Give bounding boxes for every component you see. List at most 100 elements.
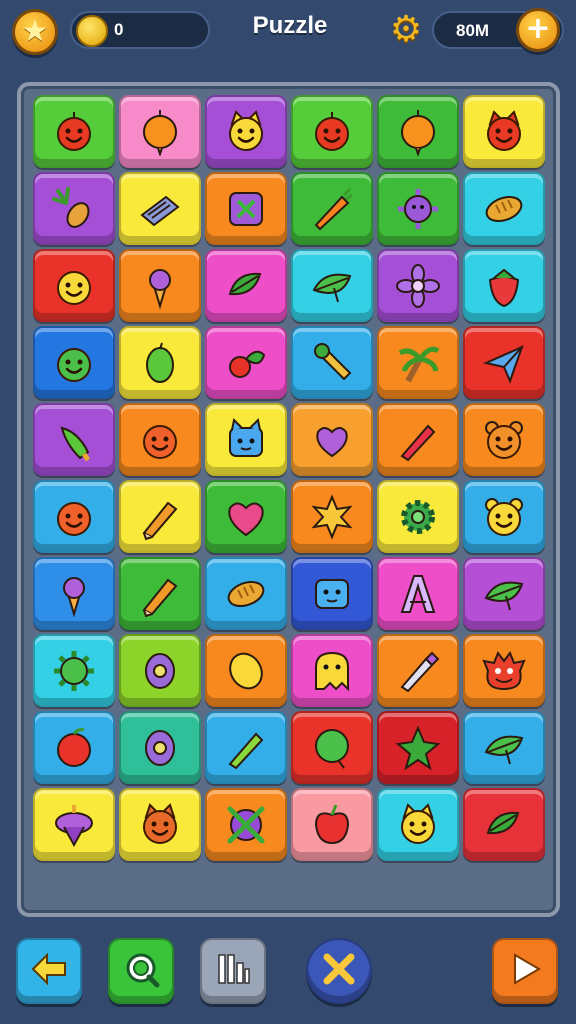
puzzle-tile[interactable] [463, 557, 545, 630]
puzzle-tile[interactable] [463, 711, 545, 784]
back-button[interactable] [16, 938, 82, 1004]
puzzle-tile[interactable] [463, 480, 545, 553]
orange-face-icon [50, 493, 98, 541]
puzzle-tile[interactable] [463, 95, 545, 168]
puzzle-tile[interactable] [205, 788, 287, 861]
coin-counter: 0 [70, 11, 210, 49]
puzzle-tile[interactable] [291, 788, 373, 861]
puzzle-tile[interactable] [463, 249, 545, 322]
puzzle-tile[interactable] [377, 711, 459, 784]
puzzle-tile[interactable] [291, 249, 373, 322]
puzzle-tile[interactable] [377, 172, 459, 245]
puzzle-tile[interactable] [377, 403, 459, 476]
pink-heart-icon [222, 493, 270, 541]
puzzle-tile[interactable] [291, 172, 373, 245]
pencil-icon [136, 493, 184, 541]
puzzle-tile[interactable] [33, 711, 115, 784]
puzzle-tile[interactable] [463, 403, 545, 476]
page-title: Puzzle [252, 12, 328, 39]
coin-icon [76, 15, 108, 47]
cherry-leaf-icon [222, 339, 270, 387]
bread-icon [222, 570, 270, 618]
puzzle-tile[interactable] [377, 634, 459, 707]
purple-flower-icon [394, 262, 442, 310]
carrot-icon [308, 185, 356, 233]
settings-button[interactable]: ⚙ [386, 10, 426, 50]
red-fruit-face-icon [308, 108, 356, 156]
orange-face-icon [136, 416, 184, 464]
crossed-sticks-icon [222, 801, 270, 849]
puzzle-tile[interactable] [33, 480, 115, 553]
puzzle-tile[interactable] [377, 249, 459, 322]
puzzle-tile[interactable] [291, 326, 373, 399]
hint-button[interactable] [108, 938, 174, 1004]
puzzle-tile[interactable] [33, 172, 115, 245]
yellow-ghost-icon [308, 647, 356, 695]
puzzle-tile[interactable] [33, 634, 115, 707]
puzzle-tile[interactable] [205, 326, 287, 399]
puzzle-tile[interactable] [291, 557, 373, 630]
puzzle-tile[interactable] [205, 480, 287, 553]
puzzle-tile[interactable] [377, 95, 459, 168]
puzzle-tile[interactable] [291, 403, 373, 476]
blue-block-face-icon [308, 570, 356, 618]
puzzle-tile[interactable] [205, 249, 287, 322]
bread-icon [480, 185, 528, 233]
green-leaf-icon [308, 262, 356, 310]
red-devil-face-icon [480, 108, 528, 156]
puzzle-tile[interactable] [33, 95, 115, 168]
puzzle-tile[interactable] [33, 403, 115, 476]
puzzle-tile[interactable] [33, 326, 115, 399]
puzzle-tile[interactable] [33, 788, 115, 861]
green-pepper-icon [50, 416, 98, 464]
puzzle-tile[interactable] [119, 480, 201, 553]
puzzle-tile[interactable] [33, 557, 115, 630]
cash-value: 80M [456, 21, 490, 40]
puzzle-tile[interactable] [463, 326, 545, 399]
puzzle-tile[interactable] [377, 788, 459, 861]
add-cash-button[interactable]: + [516, 8, 560, 52]
arrow-left-icon [29, 949, 69, 993]
puzzle-tile[interactable] [463, 172, 545, 245]
puzzle-tile[interactable] [205, 557, 287, 630]
puzzle-tile[interactable] [33, 249, 115, 322]
puzzle-tile[interactable] [119, 95, 201, 168]
plus-icon: + [525, 11, 551, 46]
puzzle-tile[interactable] [119, 249, 201, 322]
puzzle-tile[interactable] [119, 634, 201, 707]
puzzle-tile[interactable] [119, 711, 201, 784]
red-monster-face-icon [480, 647, 528, 695]
puzzle-tile[interactable] [377, 326, 459, 399]
cross-icon [319, 949, 359, 993]
puzzle-tile[interactable] [463, 788, 545, 861]
ice-cream-icon [50, 570, 98, 618]
puzzle-tile[interactable] [205, 634, 287, 707]
puzzle-tile[interactable] [377, 557, 459, 630]
puzzle-tile[interactable] [205, 711, 287, 784]
play-button[interactable] [492, 938, 558, 1004]
blue-cat-face-icon [222, 416, 270, 464]
puzzle-tile[interactable] [119, 403, 201, 476]
purple-egg-icon [136, 647, 184, 695]
puzzle-tile[interactable] [291, 634, 373, 707]
puzzle-tile[interactable] [291, 480, 373, 553]
puzzle-tile[interactable] [205, 95, 287, 168]
pineapple-icon [50, 185, 98, 233]
puzzle-tile[interactable] [377, 480, 459, 553]
puzzle-tile[interactable] [291, 95, 373, 168]
puzzle-tile[interactable] [119, 172, 201, 245]
stats-button[interactable] [200, 938, 266, 1004]
yellow-cat-face-icon [222, 108, 270, 156]
green-leaves-icon [480, 801, 528, 849]
puzzle-tile[interactable] [119, 326, 201, 399]
star-button[interactable]: ★ [12, 9, 58, 55]
puzzle-tile[interactable] [291, 711, 373, 784]
green-mango-icon [136, 339, 184, 387]
shuffle-button[interactable] [306, 938, 372, 1004]
puzzle-tile[interactable] [463, 634, 545, 707]
puzzle-tile[interactable] [205, 403, 287, 476]
puzzle-tile[interactable] [205, 172, 287, 245]
puzzle-tile[interactable] [119, 557, 201, 630]
puzzle-tile[interactable] [119, 788, 201, 861]
green-star-fruit-icon [394, 724, 442, 772]
